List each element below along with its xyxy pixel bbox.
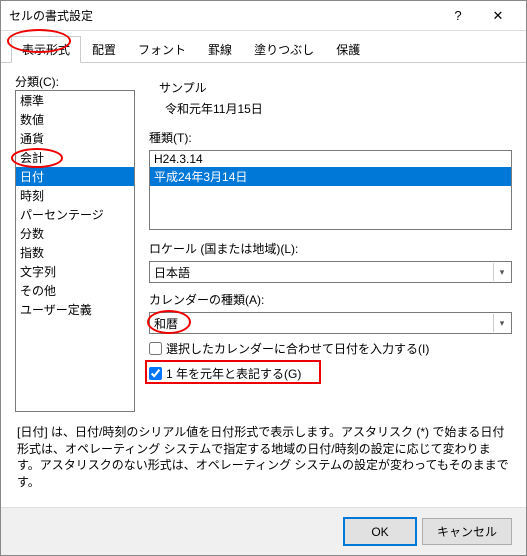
format-description: [日付] は、日付/時刻のシリアル値を日付形式で表示します。アスタリスク (*)… (15, 418, 512, 497)
type-item[interactable]: H24.3.14 (150, 151, 511, 167)
titlebar: セルの書式設定 ? ✕ (1, 1, 526, 31)
chk-gannen[interactable]: 1 年を元年と表記する(G) (149, 363, 512, 384)
main-row: 分類(C): 標準 数値 通貨 会計 日付 時刻 パーセンテージ 分数 指数 文… (15, 73, 512, 412)
tab-alignment[interactable]: 配置 (81, 36, 127, 63)
tab-protection[interactable]: 保護 (325, 36, 371, 63)
category-item[interactable]: 標準 (16, 91, 134, 110)
category-item[interactable]: 会計 (16, 148, 134, 167)
category-label: 分類(C): (15, 73, 135, 90)
locale-select[interactable]: 日本語 ▾ (149, 261, 512, 283)
tab-border[interactable]: 罫線 (197, 36, 243, 63)
tab-display-format[interactable]: 表示形式 (11, 36, 81, 63)
help-button[interactable]: ? (438, 2, 478, 30)
type-listbox[interactable]: H24.3.14 平成24年3月14日 (149, 150, 512, 230)
chk-gannen-label: 1 年を元年と表記する(G) (166, 365, 301, 382)
ok-button[interactable]: OK (344, 518, 416, 545)
category-item[interactable]: その他 (16, 281, 134, 300)
category-item[interactable]: 分数 (16, 224, 134, 243)
locale-value: 日本語 (149, 261, 512, 283)
right-column: サンプル 令和元年11月15日 種類(T): H24.3.14 平成24年3月1… (149, 73, 512, 412)
calendar-select[interactable]: 和暦 ▾ (149, 312, 512, 334)
dialog-title: セルの書式設定 (9, 7, 438, 24)
cancel-button[interactable]: キャンセル (422, 518, 512, 545)
type-item[interactable]: 平成24年3月14日 (150, 167, 511, 186)
sample-box: サンプル 令和元年11月15日 (149, 73, 512, 125)
category-item[interactable]: 指数 (16, 243, 134, 262)
format-cells-dialog: セルの書式設定 ? ✕ 表示形式 配置 フォント 罫線 塗りつぶし 保護 分類(… (0, 0, 527, 556)
chk-gannen-box[interactable] (149, 367, 162, 380)
dialog-footer: OK キャンセル (1, 507, 526, 555)
category-column: 分類(C): 標準 数値 通貨 会計 日付 時刻 パーセンテージ 分数 指数 文… (15, 73, 135, 412)
category-item-date[interactable]: 日付 (16, 167, 134, 186)
category-item[interactable]: 文字列 (16, 262, 134, 281)
category-item[interactable]: 時刻 (16, 186, 134, 205)
calendar-value: 和暦 (149, 312, 512, 334)
chk-input-by-calendar-label: 選択したカレンダーに合わせて日付を入力する(I) (166, 340, 429, 357)
category-item[interactable]: 数値 (16, 110, 134, 129)
close-button[interactable]: ✕ (478, 2, 518, 30)
tab-bar: 表示形式 配置 フォント 罫線 塗りつぶし 保護 (1, 31, 526, 63)
category-item[interactable]: パーセンテージ (16, 205, 134, 224)
tab-font[interactable]: フォント (127, 36, 197, 63)
sample-value: 令和元年11月15日 (159, 100, 502, 117)
tab-fill[interactable]: 塗りつぶし (243, 36, 325, 63)
calendar-label: カレンダーの種類(A): (149, 291, 512, 308)
type-label: 種類(T): (149, 129, 512, 146)
category-item[interactable]: ユーザー定義 (16, 300, 134, 319)
category-listbox[interactable]: 標準 数値 通貨 会計 日付 時刻 パーセンテージ 分数 指数 文字列 その他 … (15, 90, 135, 412)
locale-label: ロケール (国または地域)(L): (149, 240, 512, 257)
chk-input-by-calendar[interactable]: 選択したカレンダーに合わせて日付を入力する(I) (149, 338, 512, 359)
dialog-body: 分類(C): 標準 数値 通貨 会計 日付 時刻 パーセンテージ 分数 指数 文… (1, 63, 526, 507)
chk-input-by-calendar-box[interactable] (149, 342, 162, 355)
sample-label: サンプル (159, 79, 502, 96)
category-item[interactable]: 通貨 (16, 129, 134, 148)
